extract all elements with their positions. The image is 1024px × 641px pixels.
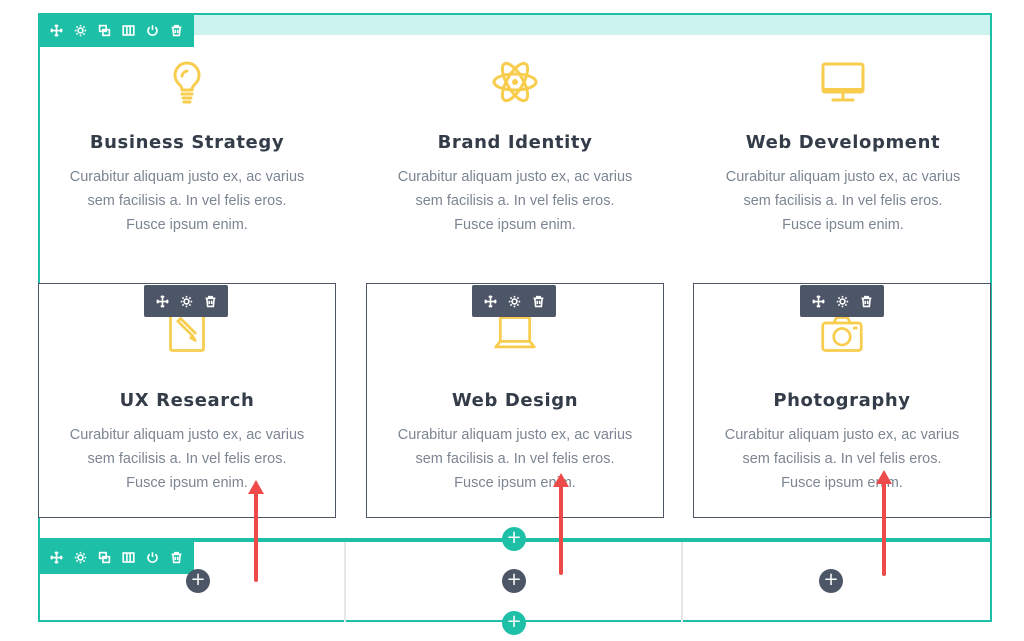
settings-icon[interactable]	[830, 289, 854, 313]
pencil-note-icon	[39, 312, 335, 360]
monitor-icon	[693, 58, 993, 110]
service-description: Curabitur aliquam justo ex, ac varius se…	[397, 427, 633, 491]
module-toolbar	[800, 285, 884, 317]
delete-icon[interactable]	[526, 289, 550, 313]
service-title: Brand Identity	[437, 132, 593, 153]
service-web-development[interactable]: Web Development Curabitur aliquam justo …	[693, 58, 993, 237]
laptop-icon	[367, 312, 663, 360]
delete-icon[interactable]	[164, 18, 188, 42]
duplicate-icon[interactable]	[92, 545, 116, 569]
service-description: Curabitur aliquam justo ex, ac varius se…	[69, 169, 305, 233]
add-module-button[interactable]: +	[819, 569, 843, 593]
duplicate-icon[interactable]	[92, 18, 116, 42]
settings-icon[interactable]	[68, 545, 92, 569]
lightbulb-icon	[37, 58, 337, 110]
delete-icon[interactable]	[854, 289, 878, 313]
add-section-button[interactable]: +	[502, 611, 526, 635]
settings-icon[interactable]	[502, 289, 526, 313]
move-icon[interactable]	[806, 289, 830, 313]
service-description: Curabitur aliquam justo ex, ac varius se…	[397, 169, 633, 233]
delete-icon[interactable]	[198, 289, 222, 313]
service-title: Photography	[773, 390, 911, 411]
columns-icon[interactable]	[116, 545, 140, 569]
service-brand-identity[interactable]: Brand Identity Curabitur aliquam justo e…	[365, 58, 665, 237]
camera-icon	[694, 312, 990, 360]
service-title: UX Research	[119, 390, 255, 411]
service-card-photography[interactable]: Photography Curabitur aliquam justo ex, …	[693, 283, 991, 518]
module-toolbar	[472, 285, 556, 317]
disable-icon[interactable]	[140, 18, 164, 42]
service-description: Curabitur aliquam justo ex, ac varius se…	[69, 427, 305, 491]
add-row-button[interactable]: +	[502, 527, 526, 551]
module-toolbar	[144, 285, 228, 317]
annotation-arrow	[553, 473, 569, 575]
settings-icon[interactable]	[68, 18, 92, 42]
section-toolbar	[38, 13, 194, 47]
settings-icon[interactable]	[174, 289, 198, 313]
move-icon[interactable]	[44, 545, 68, 569]
move-icon[interactable]	[44, 18, 68, 42]
columns-icon[interactable]	[116, 18, 140, 42]
annotation-arrow	[876, 470, 892, 576]
service-title: Web Design	[451, 390, 579, 411]
disable-icon[interactable]	[140, 545, 164, 569]
atom-icon	[365, 58, 665, 110]
row-toolbar	[38, 540, 194, 574]
move-icon[interactable]	[478, 289, 502, 313]
service-description: Curabitur aliquam justo ex, ac varius se…	[725, 169, 961, 233]
service-title: Business Strategy	[89, 132, 285, 153]
add-module-button[interactable]: +	[186, 569, 210, 593]
service-card-ux-research[interactable]: UX Research Curabitur aliquam justo ex, …	[38, 283, 336, 518]
delete-icon[interactable]	[164, 545, 188, 569]
annotation-arrow	[248, 480, 264, 582]
add-module-button[interactable]: +	[502, 569, 526, 593]
service-description: Curabitur aliquam justo ex, ac varius se…	[724, 427, 960, 491]
service-business-strategy[interactable]: Business Strategy Curabitur aliquam just…	[37, 58, 337, 237]
service-title: Web Development	[745, 132, 941, 153]
service-card-web-design[interactable]: Web Design Curabitur aliquam justo ex, a…	[366, 283, 664, 518]
move-icon[interactable]	[150, 289, 174, 313]
